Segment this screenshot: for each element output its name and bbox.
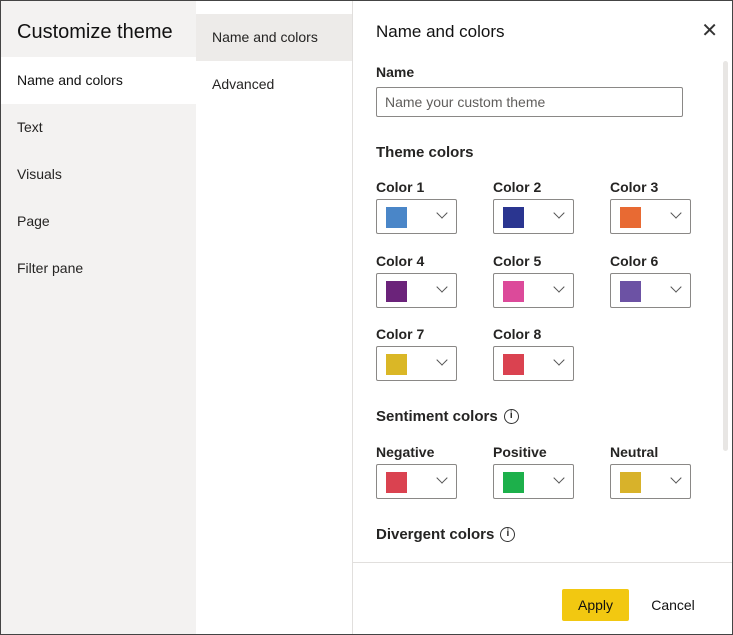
settings-panel: Name and colors ✕ Name Theme colors Colo… [353,1,732,634]
theme-colors-label: Theme colors [376,144,474,161]
tab-name-and-colors[interactable]: Name and colors [196,14,352,61]
color-swatch [386,354,407,375]
theme-color-picker[interactable] [376,346,457,381]
sentiment-color-label: Positive [493,444,547,460]
chevron-down-icon [553,354,565,366]
sentiment-colors-label: Sentiment colors [376,408,498,425]
divergent-colors-heading: Divergent colors i [376,526,516,543]
name-label: Name [376,64,415,80]
customize-theme-dialog: Customize theme Name and colors Text Vis… [0,0,733,635]
apply-button[interactable]: Apply [562,589,629,621]
sidebar-item-text[interactable]: Text [1,104,196,151]
color-swatch [620,281,641,302]
sentiment-color-picker[interactable] [610,464,691,499]
theme-color-label: Color 8 [493,326,542,342]
color-swatch [386,281,407,302]
color-swatch [620,207,641,228]
sidebar-item-name-and-colors[interactable]: Name and colors [1,57,196,104]
sidebar: Customize theme Name and colors Text Vis… [1,1,196,634]
dialog-footer: Apply Cancel [353,562,732,634]
color-swatch [620,472,641,493]
chevron-down-icon [553,207,565,219]
sidebar-item-visuals[interactable]: Visuals [1,151,196,198]
color-swatch [503,207,524,228]
sentiment-color-label: Neutral [610,444,659,460]
color-swatch [386,207,407,228]
info-icon[interactable]: i [500,527,516,542]
theme-color-label: Color 2 [493,179,542,195]
theme-color-picker[interactable] [610,199,691,234]
theme-color-picker[interactable] [610,273,691,308]
chevron-down-icon [436,472,448,484]
info-icon[interactable]: i [503,409,519,424]
color-swatch [503,472,524,493]
sidebar-item-page[interactable]: Page [1,198,196,245]
sidebar-item-filter-pane[interactable]: Filter pane [1,245,196,292]
chevron-down-icon [670,281,682,293]
chevron-down-icon [436,354,448,366]
theme-color-label: Color 3 [610,179,659,195]
subnav: Name and colors Advanced [196,1,353,634]
chevron-down-icon [670,207,682,219]
theme-color-label: Color 1 [376,179,425,195]
scrollbar[interactable] [723,61,728,451]
sentiment-color-picker[interactable] [493,464,574,499]
color-swatch [503,354,524,375]
divergent-colors-label: Divergent colors [376,526,495,543]
dialog-title: Customize theme [17,21,173,43]
panel-title: Name and colors [376,22,505,41]
chevron-down-icon [436,281,448,293]
theme-color-label: Color 4 [376,253,425,269]
color-swatch [386,472,407,493]
cancel-button[interactable]: Cancel [637,589,709,621]
theme-color-picker[interactable] [493,199,574,234]
tab-advanced[interactable]: Advanced [196,61,352,108]
theme-colors-heading: Theme colors [376,144,474,161]
chevron-down-icon [553,281,565,293]
theme-color-picker[interactable] [376,199,457,234]
color-swatch [503,281,524,302]
close-icon[interactable]: ✕ [701,21,718,41]
chevron-down-icon [670,472,682,484]
sentiment-colors-heading: Sentiment colors i [376,408,519,425]
theme-color-label: Color 6 [610,253,659,269]
theme-color-picker[interactable] [493,346,574,381]
theme-color-picker[interactable] [376,273,457,308]
chevron-down-icon [553,472,565,484]
sentiment-color-label: Negative [376,444,435,460]
sentiment-color-picker[interactable] [376,464,457,499]
theme-name-input[interactable] [376,87,683,117]
theme-color-label: Color 7 [376,326,425,342]
theme-color-picker[interactable] [493,273,574,308]
theme-color-label: Color 5 [493,253,542,269]
chevron-down-icon [436,207,448,219]
